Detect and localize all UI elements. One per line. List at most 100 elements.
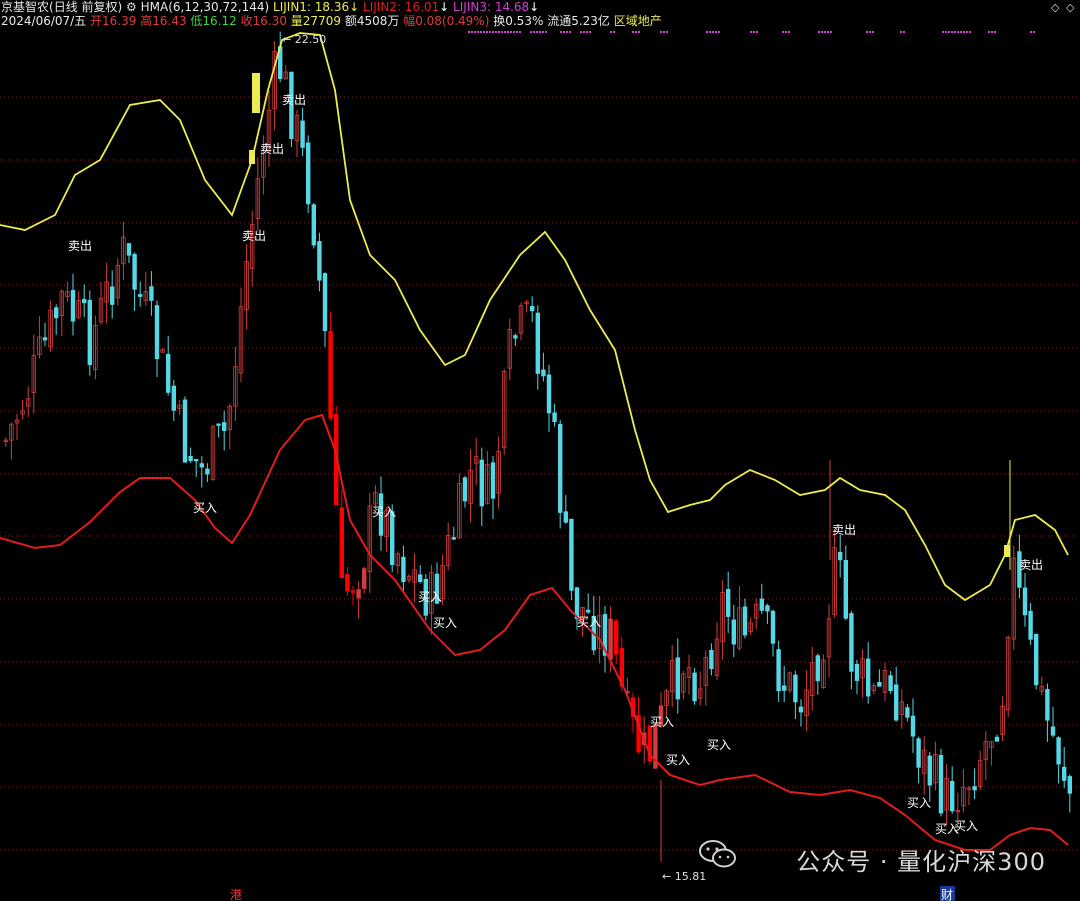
candle-body <box>950 781 955 812</box>
candle-body <box>558 423 563 513</box>
signal-dot <box>957 31 959 33</box>
signal-dot <box>872 31 874 33</box>
buy-signal-label: 买入 <box>577 615 601 629</box>
signal-dot <box>635 31 637 33</box>
lower-band-line <box>0 413 1069 851</box>
candle-body <box>552 412 557 423</box>
candle-body <box>126 243 132 256</box>
candle-body <box>216 423 221 426</box>
signal-dot <box>818 31 820 33</box>
signal-dot <box>474 31 476 33</box>
signal-dot <box>1030 31 1032 33</box>
candle-body <box>328 330 333 419</box>
signal-dot <box>988 31 990 33</box>
signal-dot <box>542 31 544 33</box>
buy-signal-label: 买入 <box>707 738 731 752</box>
header-line1: 京基智农(日线 前复权) ⚙ HMA(6,12,30,72,144) LIJIN… <box>1 0 539 14</box>
signal-dot <box>788 31 790 33</box>
settings-gear-icon[interactable]: ⚙ <box>126 0 137 14</box>
buy-signal-label: 买入 <box>954 819 978 833</box>
candle-body <box>994 736 1000 742</box>
signal-dot <box>516 31 518 33</box>
candle-body <box>608 618 613 660</box>
signal-dot <box>569 31 571 33</box>
signal-dot <box>489 31 491 33</box>
signal-dot <box>513 31 515 33</box>
candle-body <box>490 462 496 499</box>
candle-body <box>171 385 176 411</box>
candle-body <box>361 568 367 589</box>
volume-value: 量27709 <box>290 14 341 28</box>
signal-dot <box>498 31 500 33</box>
signal-dot <box>519 31 521 33</box>
signal-dot <box>536 31 538 33</box>
candle-body <box>339 507 344 579</box>
signal-dot <box>477 31 479 33</box>
signal-dot <box>483 31 485 33</box>
sell-signal-label: 卖出 <box>282 93 306 107</box>
candle-body <box>910 715 916 737</box>
candle-body <box>305 142 311 205</box>
signal-dot <box>709 31 711 33</box>
bar-date: 2024/06/07/五 <box>1 14 87 28</box>
candle-body <box>193 459 199 462</box>
price-low-label: ← 15.81 <box>662 870 706 883</box>
amount-value: 额4508万 <box>344 14 400 28</box>
signal-dot <box>638 31 640 33</box>
nav-right-icon[interactable]: ◇ <box>1066 1 1074 14</box>
signal-dot <box>632 31 634 33</box>
lijin1-arrow-icon: ↓ <box>349 0 360 14</box>
candle-body <box>541 369 546 377</box>
candle-body <box>776 649 781 692</box>
candle-body <box>916 738 921 768</box>
indicator-name[interactable]: HMA(6,12,30,72,144) <box>141 0 270 14</box>
candlestick-chart[interactable]: 卖出卖出卖出卖出卖出卖出买入 买入买入买入 买入买入买入买入买入买入买入← 22.5… <box>0 0 1080 901</box>
candle-body <box>221 422 227 431</box>
watermark-text: 公众号 · 量化沪深300 <box>796 848 1046 876</box>
period-label: (日线 前复权) <box>49 0 123 14</box>
signal-dot <box>966 31 968 33</box>
sector-link[interactable]: 区域地产 <box>614 14 662 28</box>
signal-dot <box>830 31 832 33</box>
candle-body <box>675 657 680 700</box>
signal-dot <box>486 31 488 33</box>
signal-dot <box>504 31 506 33</box>
candle-body <box>300 120 305 148</box>
candle-body <box>614 620 619 655</box>
signal-dot <box>948 31 950 33</box>
candle-body <box>770 610 776 644</box>
candle-body <box>311 204 316 246</box>
event-tag-left: 港 <box>230 888 242 901</box>
turnover-value: 换0.53% <box>493 14 544 28</box>
sell-signal-label: 卖出 <box>832 523 856 537</box>
signal-dot <box>866 31 868 33</box>
signal-dot <box>480 31 482 33</box>
candle-body <box>137 294 143 297</box>
signal-dot <box>586 31 588 33</box>
signal-dot <box>715 31 717 33</box>
stock-name[interactable]: 京基智农 <box>1 0 49 14</box>
candle-body <box>389 511 395 566</box>
signal-dot <box>960 31 962 33</box>
upper-band-line <box>0 32 1069 602</box>
float-cap-value: 流通5.23亿 <box>547 14 610 28</box>
nav-left-icon[interactable]: ◇ <box>1051 1 1059 14</box>
candle-body <box>563 511 568 523</box>
candle-body <box>765 605 770 612</box>
candle-body <box>462 477 468 502</box>
signal-dot <box>785 31 787 33</box>
candle-body <box>451 537 456 540</box>
candle-body <box>54 307 59 319</box>
sell-signal-label: 卖出 <box>242 229 266 243</box>
change-value: 幅0.08(0.49%) <box>403 14 490 28</box>
signal-dot <box>610 31 612 33</box>
signal-dot <box>782 31 784 33</box>
signal-dot <box>991 31 993 33</box>
candle-body <box>586 609 591 613</box>
signal-dot <box>583 31 585 33</box>
candle-body <box>513 335 518 339</box>
signal-dot <box>468 31 470 33</box>
candle-body <box>894 684 899 721</box>
signal-dot <box>969 31 971 33</box>
candle-body <box>530 305 535 312</box>
